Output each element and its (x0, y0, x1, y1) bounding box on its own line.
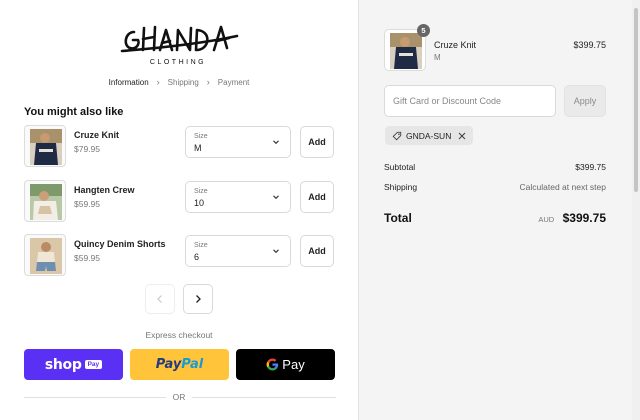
breadcrumb-shipping: Shipping (167, 77, 199, 87)
product-photo-icon (30, 129, 62, 165)
size-label: Size (194, 133, 208, 140)
product-thumbnail[interactable] (24, 125, 66, 167)
next-button[interactable] (183, 284, 213, 314)
product-photo-icon (30, 184, 62, 220)
product-price: $59.95 (74, 253, 100, 263)
total-amount: AUD $399.75 (470, 209, 606, 227)
product-photo-icon (30, 238, 62, 274)
product-price: $59.95 (74, 199, 100, 209)
chevron-right-icon (196, 295, 201, 303)
product-name: Quincy Denim Shorts (74, 239, 166, 249)
size-value: 6 (194, 252, 200, 262)
scrollbar-thumb[interactable] (634, 8, 638, 192)
product-name: Hangten Crew (74, 185, 135, 195)
google-pay-button[interactable]: Pay (236, 349, 335, 380)
discount-code-label: GNDA-SUN (406, 130, 452, 141)
product-thumbnail[interactable] (24, 234, 66, 276)
total-label: Total (384, 211, 412, 225)
add-button[interactable]: Add (300, 235, 334, 267)
chevron-right-icon: › (206, 77, 210, 87)
chevron-left-icon (157, 295, 162, 303)
chevron-down-icon (273, 249, 279, 254)
discount-code-input[interactable] (384, 85, 556, 117)
upsell-item: Quincy Denim Shorts $59.95 Size 6 Add (24, 234, 336, 276)
size-label: Size (194, 242, 208, 249)
shop-pay-button[interactable]: shop Pay (24, 349, 123, 380)
checkout-main: CLOTHING Information › Shipping › Paymen… (0, 0, 358, 420)
product-price: $79.95 (74, 144, 100, 154)
logo-wordmark-icon: CLOTHING (120, 25, 239, 66)
upsell-item: Hangten Crew $59.95 Size 10 Add (24, 180, 336, 222)
google-pay-label: Pay (282, 357, 305, 372)
cart-item-price: $399.75 (573, 40, 606, 50)
or-separator: OR (0, 392, 358, 402)
size-value: M (194, 143, 202, 153)
currency-code: AUD (538, 215, 555, 224)
chevron-down-icon (273, 140, 279, 145)
breadcrumb-payment: Payment (217, 77, 250, 87)
total-value: $399.75 (562, 211, 606, 225)
add-button[interactable]: Add (300, 126, 334, 158)
paypal-button[interactable]: PayPal (130, 349, 229, 380)
shop-pay-logo: shop (44, 356, 82, 373)
shipping-label: Shipping (384, 182, 418, 192)
size-value: 10 (194, 198, 205, 208)
product-name: Cruze Knit (74, 130, 119, 140)
shop-pay-badge: Pay (84, 360, 103, 369)
size-select[interactable]: Size M (185, 126, 291, 158)
product-photo-icon (390, 33, 422, 69)
breadcrumb-information: Information (108, 77, 149, 87)
tag-icon (392, 131, 402, 140)
google-g-icon (266, 358, 279, 371)
brand-logo[interactable]: CLOTHING (120, 22, 240, 70)
size-select[interactable]: Size 6 (185, 235, 291, 267)
quantity-badge: 5 (417, 24, 430, 37)
chevron-down-icon (273, 195, 279, 200)
breadcrumb: Information › Shipping › Payment (0, 77, 358, 87)
applied-discount-tag: GNDA-SUN (385, 126, 474, 145)
previous-button[interactable] (145, 284, 175, 314)
product-thumbnail[interactable] (24, 180, 66, 222)
size-label: Size (194, 188, 208, 195)
chevron-right-icon: › (156, 77, 160, 87)
cart-item-name: Cruze Knit (434, 40, 477, 50)
close-icon[interactable] (458, 132, 466, 140)
subtotal-label: Subtotal (384, 162, 416, 172)
size-select[interactable]: Size 10 (185, 181, 291, 213)
apply-button[interactable]: Apply (564, 85, 606, 117)
upsell-item: Cruze Knit $79.95 Size M Add (24, 125, 336, 167)
add-button[interactable]: Add (300, 181, 334, 213)
upsell-title: You might also like (24, 106, 124, 118)
cart-item-variant: M (434, 53, 441, 62)
paypal-logo: PayPal (155, 357, 204, 372)
svg-text:CLOTHING: CLOTHING (150, 59, 206, 66)
subtotal-value: $399.75 (575, 162, 606, 172)
express-checkout-label: Express checkout (145, 330, 213, 340)
shipping-value: Calculated at next step (519, 182, 606, 192)
